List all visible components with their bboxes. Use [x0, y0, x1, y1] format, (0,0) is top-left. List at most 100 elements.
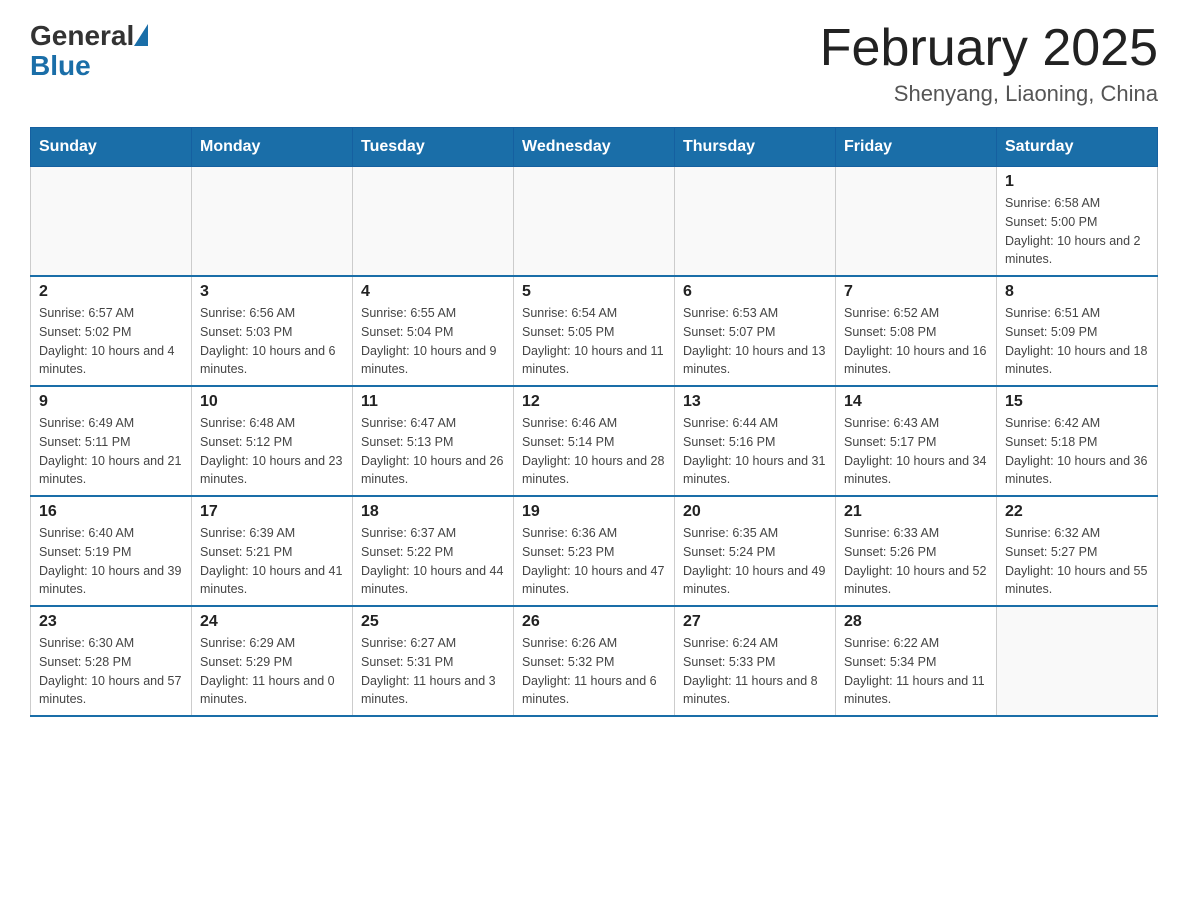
calendar-cell: 11Sunrise: 6:47 AMSunset: 5:13 PMDayligh… [353, 386, 514, 496]
calendar-cell: 2 Sunrise: 6:57 AMSunset: 5:02 PMDaylight… [31, 276, 192, 386]
calendar-cell: 1 Sunrise: 6:58 AMSunset: 5:00 PMDaylight… [997, 167, 1158, 277]
calendar-cell: 27Sunrise: 6:24 AMSunset: 5:33 PMDayligh… [675, 606, 836, 716]
day-number: 14 [844, 393, 988, 411]
day-number: 9 [39, 393, 183, 411]
calendar-cell: 22 Sunrise: 6:32 AMSunset: 5:27 PMDayligh… [997, 496, 1158, 606]
calendar-cell: 8 Sunrise: 6:51 AMSunset: 5:09 PMDaylight… [997, 276, 1158, 386]
day-info: Sunrise: 6:56 AMSunset: 5:03 PMDaylight:… [200, 304, 344, 379]
calendar-cell [997, 606, 1158, 716]
day-number: 13 [683, 393, 827, 411]
logo: General Blue [30, 20, 148, 82]
calendar-cell: 19 Sunrise: 6:36 AMSunset: 5:23 PMDayligh… [514, 496, 675, 606]
day-number: 19 [522, 503, 666, 521]
day-info: Sunrise: 6:46 AMSunset: 5:14 PMDaylight:… [522, 414, 666, 489]
weekday-header-thursday: Thursday [675, 128, 836, 167]
day-info: Sunrise: 6:39 AMSunset: 5:21 PMDaylight:… [200, 524, 344, 599]
calendar-cell: 14 Sunrise: 6:43 AMSunset: 5:17 PMDayligh… [836, 386, 997, 496]
day-info: Sunrise: 6:54 AMSunset: 5:05 PMDaylight:… [522, 304, 666, 379]
calendar-week-5: 23 Sunrise: 6:30 AMSunset: 5:28 PMDayligh… [31, 606, 1158, 716]
day-number: 5 [522, 283, 666, 301]
day-info: Sunrise: 6:35 AMSunset: 5:24 PMDaylight:… [683, 524, 827, 599]
calendar-week-1: 1 Sunrise: 6:58 AMSunset: 5:00 PMDaylight… [31, 167, 1158, 277]
day-number: 1 [1005, 173, 1149, 191]
day-info: Sunrise: 6:52 AMSunset: 5:08 PMDaylight:… [844, 304, 988, 379]
day-info: Sunrise: 6:55 AMSunset: 5:04 PMDaylight:… [361, 304, 505, 379]
calendar-cell: 16Sunrise: 6:40 AMSunset: 5:19 PMDayligh… [31, 496, 192, 606]
day-info: Sunrise: 6:30 AMSunset: 5:28 PMDaylight:… [39, 634, 183, 709]
day-info: Sunrise: 6:49 AMSunset: 5:11 PMDaylight:… [39, 414, 183, 489]
calendar-cell: 10 Sunrise: 6:48 AMSunset: 5:12 PMDayligh… [192, 386, 353, 496]
calendar-week-4: 16Sunrise: 6:40 AMSunset: 5:19 PMDayligh… [31, 496, 1158, 606]
title-section: February 2025 Shenyang, Liaoning, China [820, 20, 1158, 107]
day-number: 7 [844, 283, 988, 301]
day-info: Sunrise: 6:33 AMSunset: 5:26 PMDaylight:… [844, 524, 988, 599]
day-info: Sunrise: 6:58 AMSunset: 5:00 PMDaylight:… [1005, 194, 1149, 269]
day-number: 22 [1005, 503, 1149, 521]
day-number: 10 [200, 393, 344, 411]
weekday-header-sunday: Sunday [31, 128, 192, 167]
day-info: Sunrise: 6:43 AMSunset: 5:17 PMDaylight:… [844, 414, 988, 489]
day-number: 2 [39, 283, 183, 301]
day-info: Sunrise: 6:40 AMSunset: 5:19 PMDaylight:… [39, 524, 183, 599]
day-number: 15 [1005, 393, 1149, 411]
calendar-cell: 17Sunrise: 6:39 AMSunset: 5:21 PMDayligh… [192, 496, 353, 606]
day-number: 12 [522, 393, 666, 411]
calendar-cell [353, 167, 514, 277]
page-header: General Blue February 2025 Shenyang, Lia… [30, 20, 1158, 107]
weekday-header-row: SundayMondayTuesdayWednesdayThursdayFrid… [31, 128, 1158, 167]
day-info: Sunrise: 6:22 AMSunset: 5:34 PMDaylight:… [844, 634, 988, 709]
calendar-cell: 12 Sunrise: 6:46 AMSunset: 5:14 PMDayligh… [514, 386, 675, 496]
day-number: 27 [683, 613, 827, 631]
calendar-table: SundayMondayTuesdayWednesdayThursdayFrid… [30, 127, 1158, 717]
calendar-cell: 18 Sunrise: 6:37 AMSunset: 5:22 PMDayligh… [353, 496, 514, 606]
calendar-cell: 9 Sunrise: 6:49 AMSunset: 5:11 PMDaylight… [31, 386, 192, 496]
day-info: Sunrise: 6:42 AMSunset: 5:18 PMDaylight:… [1005, 414, 1149, 489]
calendar-cell: 23 Sunrise: 6:30 AMSunset: 5:28 PMDayligh… [31, 606, 192, 716]
day-info: Sunrise: 6:32 AMSunset: 5:27 PMDaylight:… [1005, 524, 1149, 599]
day-number: 8 [1005, 283, 1149, 301]
day-number: 25 [361, 613, 505, 631]
calendar-cell: 25 Sunrise: 6:27 AMSunset: 5:31 PMDayligh… [353, 606, 514, 716]
day-info: Sunrise: 6:44 AMSunset: 5:16 PMDaylight:… [683, 414, 827, 489]
day-info: Sunrise: 6:37 AMSunset: 5:22 PMDaylight:… [361, 524, 505, 599]
day-number: 26 [522, 613, 666, 631]
calendar-week-3: 9 Sunrise: 6:49 AMSunset: 5:11 PMDaylight… [31, 386, 1158, 496]
calendar-cell: 7 Sunrise: 6:52 AMSunset: 5:08 PMDaylight… [836, 276, 997, 386]
weekday-header-friday: Friday [836, 128, 997, 167]
weekday-header-saturday: Saturday [997, 128, 1158, 167]
calendar-week-2: 2 Sunrise: 6:57 AMSunset: 5:02 PMDaylight… [31, 276, 1158, 386]
calendar-cell: 4 Sunrise: 6:55 AMSunset: 5:04 PMDaylight… [353, 276, 514, 386]
day-number: 3 [200, 283, 344, 301]
day-info: Sunrise: 6:57 AMSunset: 5:02 PMDaylight:… [39, 304, 183, 379]
day-info: Sunrise: 6:36 AMSunset: 5:23 PMDaylight:… [522, 524, 666, 599]
day-info: Sunrise: 6:48 AMSunset: 5:12 PMDaylight:… [200, 414, 344, 489]
calendar-cell: 13 Sunrise: 6:44 AMSunset: 5:16 PMDayligh… [675, 386, 836, 496]
calendar-cell: 6Sunrise: 6:53 AMSunset: 5:07 PMDaylight… [675, 276, 836, 386]
calendar-cell [192, 167, 353, 277]
calendar-cell: 20 Sunrise: 6:35 AMSunset: 5:24 PMDayligh… [675, 496, 836, 606]
calendar-cell [31, 167, 192, 277]
day-info: Sunrise: 6:27 AMSunset: 5:31 PMDaylight:… [361, 634, 505, 709]
day-info: Sunrise: 6:47 AMSunset: 5:13 PMDaylight:… [361, 414, 505, 489]
day-number: 4 [361, 283, 505, 301]
day-number: 6 [683, 283, 827, 301]
day-info: Sunrise: 6:51 AMSunset: 5:09 PMDaylight:… [1005, 304, 1149, 379]
calendar-cell: 26 Sunrise: 6:26 AMSunset: 5:32 PMDayligh… [514, 606, 675, 716]
logo-triangle-icon [134, 24, 148, 46]
calendar-cell [514, 167, 675, 277]
calendar-cell [675, 167, 836, 277]
day-number: 21 [844, 503, 988, 521]
calendar-cell: 24Sunrise: 6:29 AMSunset: 5:29 PMDayligh… [192, 606, 353, 716]
weekday-header-wednesday: Wednesday [514, 128, 675, 167]
day-info: Sunrise: 6:26 AMSunset: 5:32 PMDaylight:… [522, 634, 666, 709]
day-number: 20 [683, 503, 827, 521]
logo-general-text: General [30, 20, 134, 52]
weekday-header-monday: Monday [192, 128, 353, 167]
day-number: 23 [39, 613, 183, 631]
calendar-cell: 21 Sunrise: 6:33 AMSunset: 5:26 PMDayligh… [836, 496, 997, 606]
calendar-subtitle: Shenyang, Liaoning, China [820, 81, 1158, 107]
calendar-cell: 3 Sunrise: 6:56 AMSunset: 5:03 PMDaylight… [192, 276, 353, 386]
calendar-cell: 5 Sunrise: 6:54 AMSunset: 5:05 PMDaylight… [514, 276, 675, 386]
day-number: 28 [844, 613, 988, 631]
day-number: 18 [361, 503, 505, 521]
